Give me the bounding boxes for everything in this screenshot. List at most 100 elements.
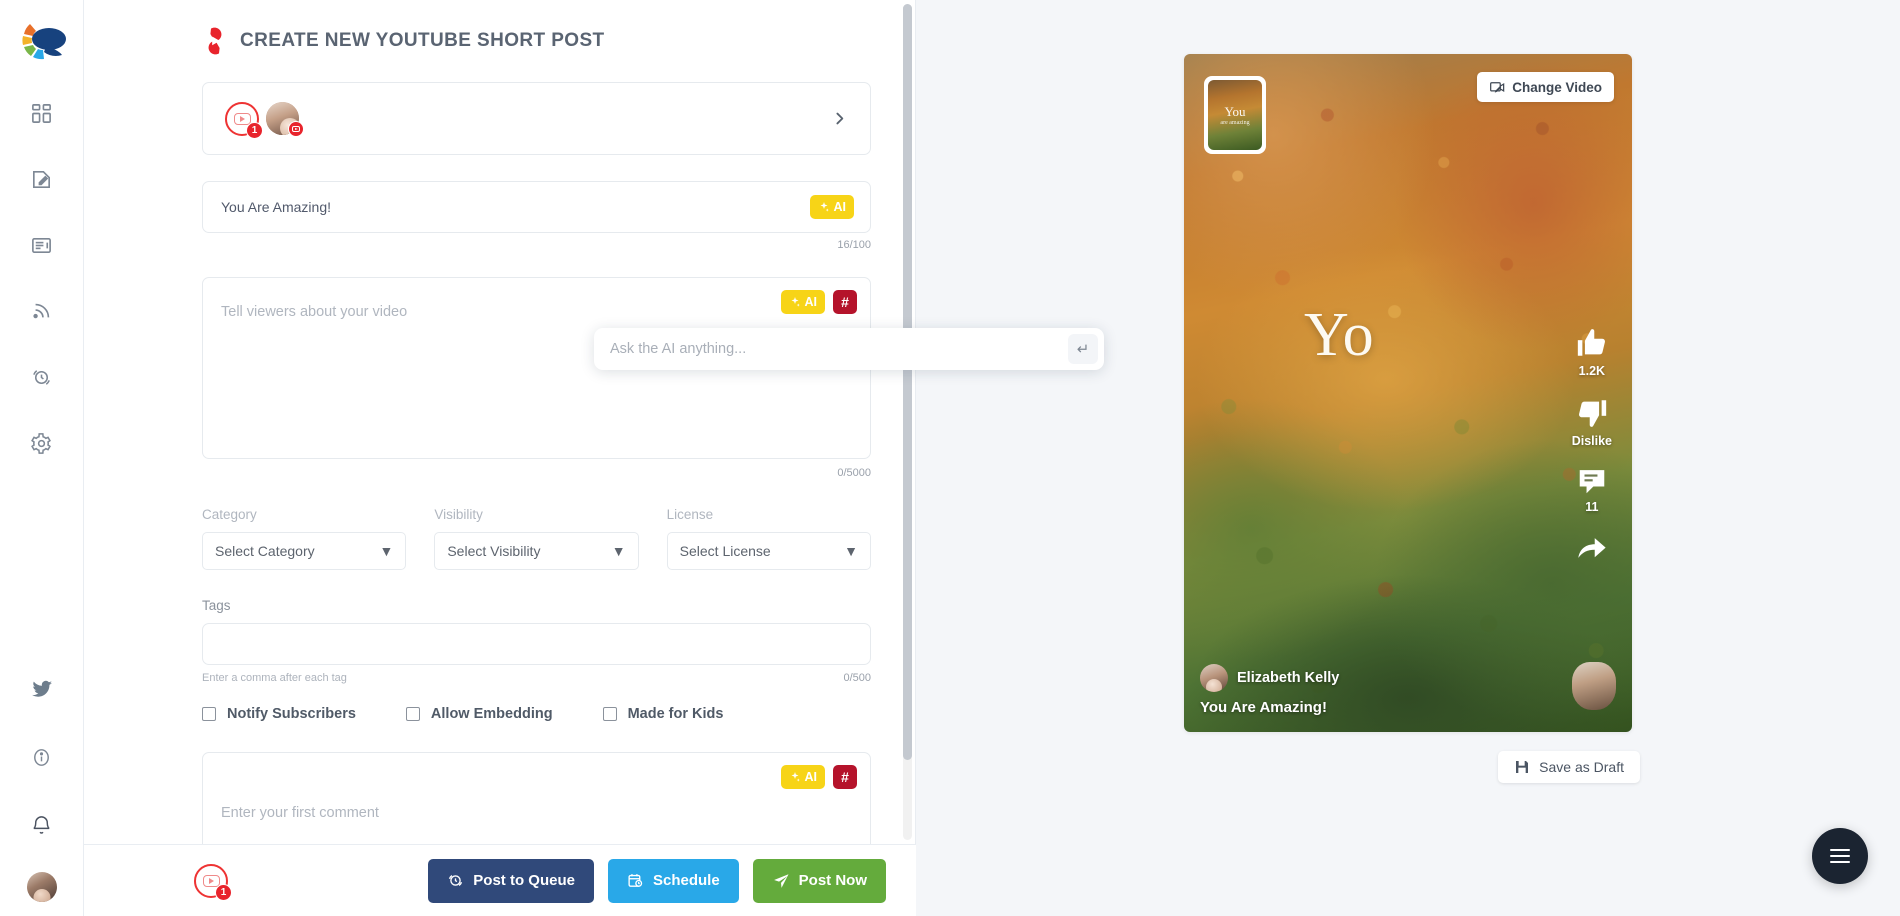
- description-hashtag-button[interactable]: #: [833, 290, 857, 314]
- youtube-shorts-icon: [202, 26, 228, 56]
- comment-count: 11: [1585, 500, 1599, 514]
- sidebar-item-compose[interactable]: [21, 158, 63, 200]
- post-to-queue-button[interactable]: Post to Queue: [428, 858, 594, 903]
- like-action[interactable]: 1.2K: [1575, 326, 1609, 378]
- sidebar: [0, 0, 84, 916]
- title-counter: 16/100: [837, 239, 871, 251]
- dislike-label: Dislike: [1571, 434, 1612, 448]
- youtube-account-placeholder-icon[interactable]: 1: [225, 101, 263, 139]
- app-root: CREATE NEW YOUTUBE SHORT POST 1 You Are …: [0, 0, 1900, 916]
- comment-action[interactable]: 11: [1575, 466, 1609, 514]
- post-now-button[interactable]: Post Now: [752, 858, 886, 903]
- scrollbar-thumb[interactable]: [903, 4, 912, 760]
- license-select[interactable]: Select License ▼: [666, 532, 871, 570]
- category-label: Category: [202, 507, 257, 522]
- first-comment-ai-button[interactable]: AI: [780, 765, 825, 789]
- checkbox-box[interactable]: [202, 707, 216, 721]
- change-video-button[interactable]: Change Video: [1477, 72, 1614, 102]
- tags-counter: 0/500: [843, 672, 871, 684]
- description-ai-label: AI: [804, 295, 818, 309]
- title-ai-label: AI: [833, 200, 847, 214]
- checkbox-label: Made for Kids: [627, 706, 724, 722]
- dislike-action[interactable]: Dislike: [1572, 396, 1612, 448]
- first-comment-placeholder: Enter your first comment: [221, 805, 379, 821]
- thumbs-up-icon: [1577, 329, 1605, 356]
- bottom-account-indicator[interactable]: 1: [194, 863, 232, 901]
- ai-prompt-submit[interactable]: ↵: [1068, 334, 1098, 364]
- change-video-label: Change Video: [1512, 79, 1602, 95]
- visibility-value: Select Visibility: [447, 543, 541, 559]
- thumbnail-line2: are amazing: [1220, 119, 1250, 126]
- ai-prompt-input[interactable]: [610, 341, 1068, 357]
- account-avatar[interactable]: [266, 102, 304, 137]
- first-comment-ai-label: AI: [804, 770, 818, 784]
- checkbox-box[interactable]: [602, 707, 617, 721]
- checkbox-box[interactable]: [405, 707, 420, 721]
- sidebar-item-info[interactable]: [21, 736, 63, 778]
- description-ai-button[interactable]: AI: [780, 290, 825, 314]
- options-checkboxes: Notify Subscribers Allow Embedding Made …: [202, 706, 871, 722]
- sidebar-item-notifications[interactable]: [21, 804, 63, 846]
- youtube-account-placeholder-icon[interactable]: 1: [194, 863, 232, 901]
- checkbox-allow-embedding[interactable]: Allow Embedding: [405, 706, 553, 722]
- sidebar-item-queue[interactable]: [21, 356, 63, 398]
- ai-prompt-popover[interactable]: ↵: [594, 328, 1104, 370]
- page-header: CREATE NEW YOUTUBE SHORT POST: [202, 26, 871, 56]
- tags-hint: Enter a comma after each tag: [202, 672, 347, 684]
- sidebar-item-dashboard[interactable]: [21, 92, 63, 134]
- video-author[interactable]: Elizabeth Kelly: [1200, 664, 1339, 692]
- send-plane-icon: [773, 873, 789, 888]
- sidebar-item-feeds[interactable]: [21, 290, 63, 332]
- schedule-button[interactable]: Schedule: [607, 858, 739, 903]
- category-group: Category Select Category ▼: [202, 507, 407, 570]
- author-avatar: [1200, 664, 1228, 692]
- chevron-down-icon: ▼: [844, 543, 858, 559]
- visibility-label: Visibility: [434, 507, 483, 522]
- post-title-field[interactable]: You Are Amazing! AI: [202, 181, 871, 233]
- title-ai-button[interactable]: AI: [809, 195, 854, 219]
- sidebar-user-avatar[interactable]: [26, 872, 57, 902]
- tags-meta: Enter a comma after each tag 0/500: [202, 672, 871, 684]
- share-arrow-icon: [1578, 538, 1606, 558]
- checkbox-notify-subscribers[interactable]: Notify Subscribers: [202, 706, 356, 722]
- account-badge-count: 1: [246, 121, 263, 139]
- floating-menu-button[interactable]: [1812, 828, 1868, 884]
- thumbnail-line1: You: [1224, 103, 1246, 119]
- visibility-group: Visibility Select Visibility ▼: [434, 507, 639, 570]
- sidebar-item-settings[interactable]: [21, 422, 63, 464]
- description-placeholder: Tell viewers about your video: [221, 304, 408, 320]
- tags-input[interactable]: [202, 623, 871, 665]
- video-edit-icon: [1490, 81, 1505, 93]
- category-value: Select Category: [215, 543, 315, 559]
- first-comment-field[interactable]: AI # Enter your first comment: [202, 752, 871, 844]
- video-thumbnail-chip[interactable]: You are amazing: [1204, 76, 1266, 154]
- post-title-value: You Are Amazing!: [221, 199, 332, 215]
- post-to-queue-label: Post to Queue: [473, 872, 575, 889]
- save-as-draft-button[interactable]: Save as Draft: [1498, 751, 1640, 783]
- description-tools: AI #: [780, 290, 857, 314]
- sidebar-bottom-nav: [21, 668, 63, 902]
- app-logo[interactable]: [16, 14, 68, 66]
- hamburger-menu-icon: [1830, 849, 1850, 862]
- description-counter: 0/5000: [837, 467, 871, 479]
- sidebar-item-content[interactable]: [21, 224, 63, 266]
- checkbox-label: Allow Embedding: [430, 706, 553, 722]
- license-label: License: [666, 507, 714, 522]
- compose-panel: CREATE NEW YOUTUBE SHORT POST 1 You Are …: [84, 0, 1104, 916]
- calendar-clock-icon: [628, 874, 643, 887]
- first-comment-tools: AI #: [780, 765, 857, 789]
- license-group: License Select License ▼: [666, 507, 871, 570]
- first-comment-hashtag-button[interactable]: #: [833, 765, 857, 789]
- sidebar-item-twitter[interactable]: [21, 668, 63, 710]
- checkbox-made-for-kids[interactable]: Made for Kids: [602, 706, 724, 722]
- account-selector[interactable]: 1: [202, 82, 871, 155]
- chevron-down-icon: ▼: [379, 543, 394, 559]
- visibility-select[interactable]: Select Visibility ▼: [434, 532, 639, 570]
- category-select[interactable]: Select Category ▼: [202, 532, 407, 570]
- share-action[interactable]: [1575, 532, 1609, 562]
- video-preview: You are amazing Change Video Yo 1.2K Dis…: [1184, 54, 1632, 732]
- chevron-right-icon[interactable]: [831, 110, 848, 127]
- video-action-rail: 1.2K Dislike 11: [1572, 326, 1612, 562]
- compose-action-bar: 1 Post to Queue Schedule Post Now: [84, 844, 916, 916]
- author-name: Elizabeth Kelly: [1237, 670, 1340, 686]
